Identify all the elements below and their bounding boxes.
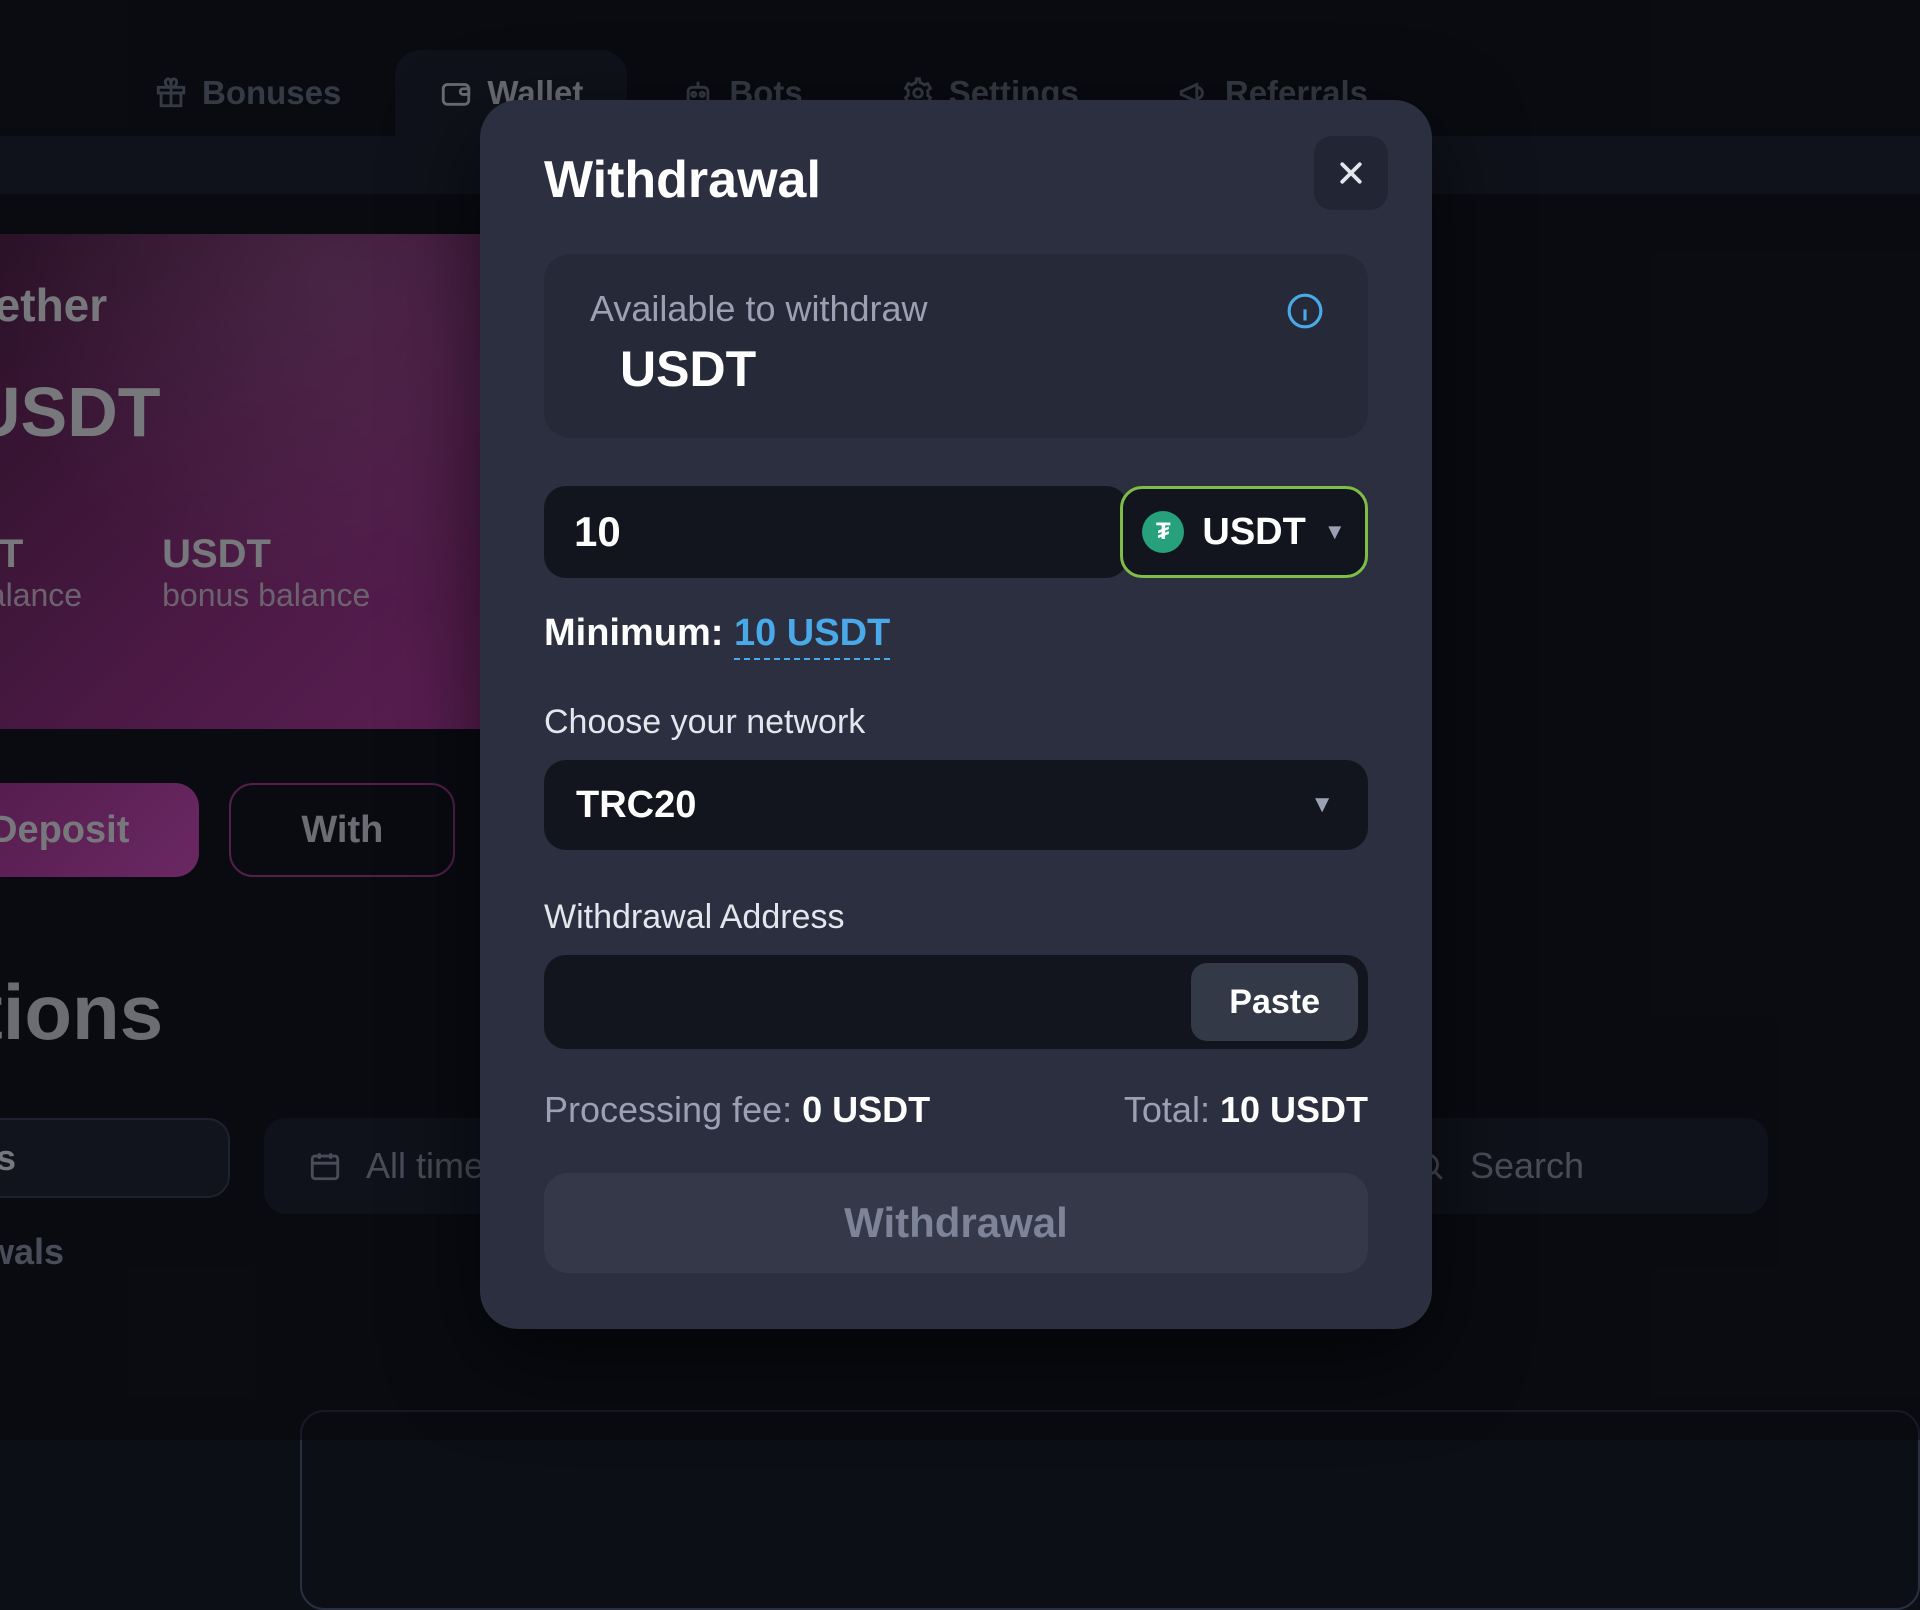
minimum-label: Minimum:: [544, 612, 734, 654]
total-value: 10 USDT: [1220, 1089, 1368, 1130]
modal-title: Withdrawal: [544, 150, 1368, 210]
minimum-value[interactable]: 10 USDT: [734, 612, 890, 660]
currency-select[interactable]: ₮ USDT ▼: [1120, 486, 1368, 578]
transactions-panel: [300, 1410, 1920, 1610]
close-icon: [1336, 158, 1366, 188]
submit-withdrawal-button[interactable]: Withdrawal: [544, 1173, 1368, 1273]
amount-input[interactable]: 10: [544, 486, 1128, 578]
network-label: Choose your network: [544, 703, 1368, 742]
fee-value: 0 USDT: [802, 1089, 930, 1130]
chevron-down-icon: ▼: [1310, 791, 1334, 819]
network-value: TRC20: [576, 784, 696, 827]
fee-label: Processing fee:: [544, 1089, 802, 1130]
paste-button[interactable]: Paste: [1191, 963, 1358, 1041]
close-button[interactable]: [1314, 136, 1388, 210]
tether-coin-icon: ₮: [1142, 511, 1184, 553]
info-icon: [1286, 292, 1324, 330]
amount-row: 10 ₮ USDT ▼: [544, 486, 1368, 578]
minimum-line: Minimum: 10 USDT: [544, 612, 1368, 655]
chevron-down-icon: ▼: [1324, 519, 1346, 545]
withdrawal-modal: Withdrawal Available to withdraw USDT 10…: [480, 100, 1432, 1329]
info-button[interactable]: [1286, 292, 1324, 330]
available-label: Available to withdraw: [590, 288, 1322, 330]
fees-row: Processing fee: 0 USDT Total: 10 USDT: [544, 1089, 1368, 1131]
address-label: Withdrawal Address: [544, 898, 1368, 937]
address-input[interactable]: Paste: [544, 955, 1368, 1049]
currency-symbol: USDT: [1202, 511, 1305, 554]
total-label: Total:: [1124, 1089, 1220, 1130]
available-value: USDT: [620, 340, 1322, 398]
available-balance-box: Available to withdraw USDT: [544, 254, 1368, 438]
network-select[interactable]: TRC20 ▼: [544, 760, 1368, 850]
